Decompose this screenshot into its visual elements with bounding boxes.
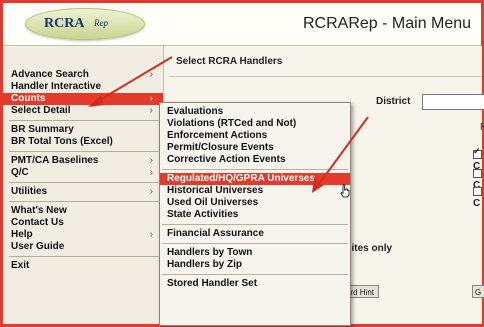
sidebar-item-contact-us[interactable]: Contact Us: [3, 217, 163, 229]
sidebar-item-label: Contact Us: [11, 217, 64, 228]
app-title: RCRARep - Main Menu: [303, 15, 472, 32]
sidebar-item-label: What's New: [11, 205, 67, 216]
go-button[interactable]: G: [472, 285, 484, 298]
menu-item-historical-universes[interactable]: Historical Universes: [160, 185, 350, 197]
section-title: Select RCRA Handlers: [176, 56, 283, 67]
checkbox-box: [473, 169, 482, 178]
checkbox-label: C: [473, 198, 481, 209]
checkbox-3[interactable]: C: [473, 187, 484, 209]
sidebar-menu: Advance Search › Handler Interactive Coun…: [3, 69, 163, 272]
rcra-logo[interactable]: RCRA Rep: [25, 8, 145, 40]
chevron-right-icon: ›: [149, 155, 153, 166]
sidebar-item-br-total-tons[interactable]: BR Total Tons (Excel): [3, 136, 163, 148]
logo-text: RCRA: [44, 16, 85, 31]
sidebar-item-label: Exit: [11, 260, 30, 271]
sidebar-item-advance-search[interactable]: Advance Search ›: [3, 69, 163, 81]
menu-item-state-activities[interactable]: State Activities: [160, 209, 350, 221]
sidebar-item-pmt-ca-baselines[interactable]: PMT/CA Baselines ›: [3, 155, 163, 167]
sidebar-item-label: Utilities: [11, 186, 48, 197]
sidebar-item-whats-new[interactable]: What's New: [3, 205, 163, 217]
chevron-right-icon: ›: [149, 229, 153, 240]
menu-item-corrective-action-events[interactable]: Corrective Action Events: [160, 154, 350, 166]
menu-divider: [162, 224, 348, 225]
sidebar-item-label: Advance Search: [11, 69, 89, 80]
menu-item-used-oil-universes[interactable]: Used Oil Universes: [160, 197, 350, 209]
menu-item-financial-assurance[interactable]: Financial Assurance: [160, 228, 350, 240]
sidebar-item-counts[interactable]: Counts ›: [3, 93, 163, 105]
sidebar-item-utilities[interactable]: Utilities ›: [3, 186, 163, 198]
header: RCRA Rep RCRARep - Main Menu: [3, 3, 481, 46]
sidebar-item-handler-interactive[interactable]: Handler Interactive: [3, 81, 163, 93]
checkbox-box: [473, 187, 482, 196]
sidebar-item-help[interactable]: Help ›: [3, 229, 163, 241]
logo-subtext: Rep: [94, 18, 108, 28]
sidebar-item-label: Select Detail: [11, 105, 71, 116]
sidebar-item-label: BR Summary: [11, 124, 74, 135]
sidebar-item-label: Help: [11, 229, 33, 240]
menu-divider: [9, 201, 159, 202]
menu-divider: [9, 151, 159, 152]
sidebar-item-user-guide[interactable]: User Guide: [3, 241, 163, 253]
menu-divider: [162, 243, 348, 244]
sidebar-item-label: Handler Interactive: [11, 81, 102, 92]
sidebar-item-br-summary[interactable]: BR Summary: [3, 124, 163, 136]
menu-divider: [9, 182, 159, 183]
sidebar-item-label: PMT/CA Baselines: [11, 155, 99, 166]
hand-pointer-icon: [340, 184, 350, 198]
check-icon: [473, 146, 482, 159]
menu-item-enforcement-actions[interactable]: Enforcement Actions: [160, 130, 350, 142]
section-divider: [170, 76, 482, 77]
menu-item-regulated-hq-gpra-universes[interactable]: Regulated/HQ/GPRA Universes: [160, 173, 350, 185]
sidebar-item-qc[interactable]: Q/C ›: [3, 167, 163, 179]
right-group-label: R: [480, 122, 484, 133]
sidebar-item-select-detail[interactable]: Select Detail ›: [3, 105, 163, 117]
sidebar-item-label: User Guide: [11, 241, 65, 252]
sidebar-item-label: BR Total Tons (Excel): [11, 136, 113, 147]
chevron-right-icon: ›: [149, 93, 153, 104]
menu-item-handlers-by-town[interactable]: Handlers by Town: [160, 247, 350, 259]
menu-item-stored-handler-set[interactable]: Stored Handler Set: [160, 278, 350, 290]
chevron-right-icon: ›: [149, 105, 153, 116]
sidebar-item-label: Q/C: [11, 167, 29, 178]
sidebar-item-exit[interactable]: Exit: [3, 260, 163, 272]
sidebar-item-label: Counts: [11, 93, 46, 104]
district-label: District: [376, 96, 411, 107]
chevron-right-icon: ›: [149, 167, 153, 178]
menu-divider: [162, 274, 348, 275]
menu-divider: [162, 169, 348, 170]
menu-item-violations[interactable]: Violations (RTCed and Not): [160, 118, 350, 130]
chevron-right-icon: ›: [149, 69, 153, 80]
menu-divider: [9, 120, 159, 121]
counts-submenu: Evaluations Violations (RTCed and Not) E…: [159, 102, 351, 326]
menu-item-evaluations[interactable]: Evaluations: [160, 106, 350, 118]
menu-item-handlers-by-zip[interactable]: Handlers by Zip: [160, 259, 350, 271]
chevron-right-icon: ›: [149, 186, 153, 197]
menu-divider: [9, 256, 159, 257]
menu-item-permit-closure-events[interactable]: Permit/Closure Events: [160, 142, 350, 154]
district-input[interactable]: [422, 94, 484, 110]
